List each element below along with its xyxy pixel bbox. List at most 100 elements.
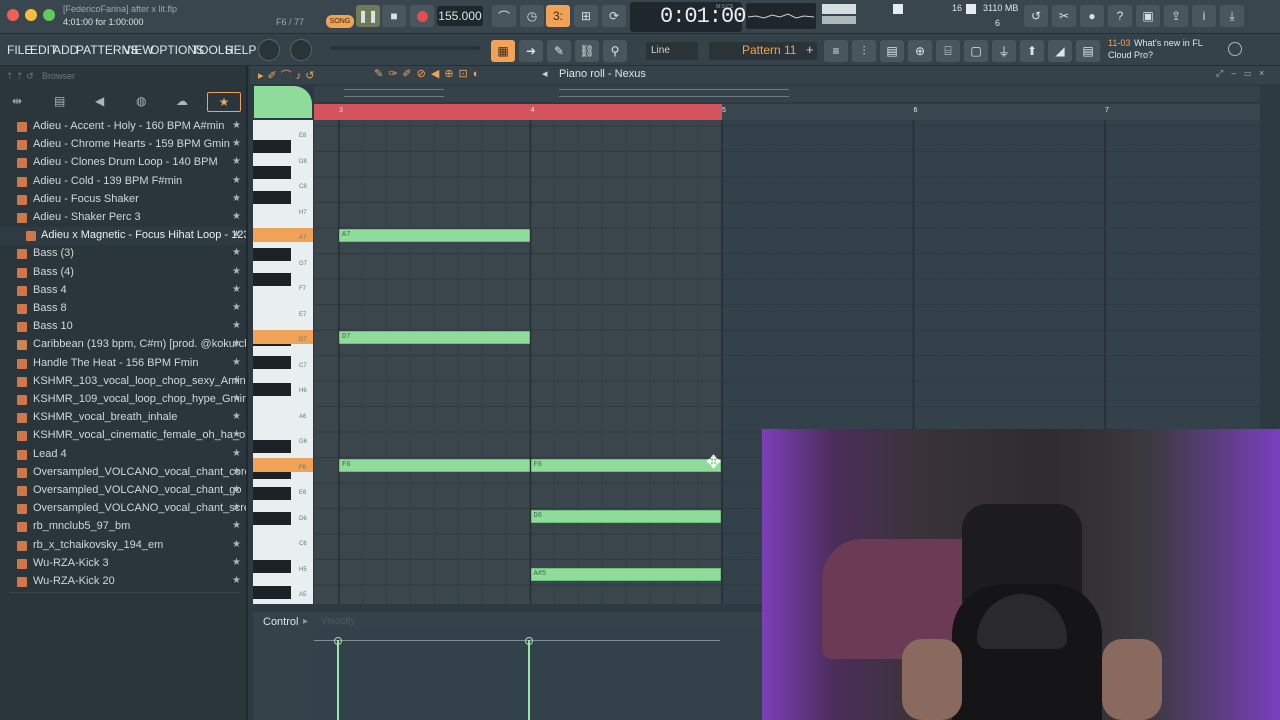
minimize-window-button[interactable] <box>25 9 37 21</box>
favorite-star-icon[interactable]: ★ <box>232 375 241 386</box>
browser-item[interactable]: Bass (3) ★ <box>0 245 246 263</box>
menu-add[interactable]: ADD <box>53 43 78 57</box>
browser-item[interactable]: KSHMR_103_vocal_loop_chop_sexy_Amin ★ <box>0 373 246 391</box>
control-arrow-icon[interactable]: ▸ <box>303 616 308 627</box>
browser-item[interactable]: Adieu x Magnetic - Focus Hihat Loop - 12… <box>0 227 246 246</box>
favorite-star-icon[interactable]: ★ <box>232 539 241 550</box>
browser-item[interactable]: Lead 4 ★ <box>0 446 246 464</box>
undo-history-icon[interactable]: ↺ <box>1024 5 1048 27</box>
browser-item[interactable]: KSHMR_vocal_cinematic_female_oh_ha_oh_yo… <box>0 427 246 445</box>
browser-item[interactable]: Bass 8 ★ <box>0 300 246 318</box>
note[interactable]: F6 <box>530 458 721 472</box>
browser-item[interactable]: KSHMR_vocal_breath_inhale ★ <box>0 409 246 427</box>
browser-cloud-icon[interactable]: ☁ <box>176 94 188 108</box>
wait-input-icon[interactable]: ◷ <box>520 5 544 27</box>
browser-all-icon[interactable]: ⇹ <box>12 94 22 108</box>
master-pitch-knob[interactable] <box>290 39 312 61</box>
browser-speaker-icon[interactable]: ◀ <box>95 94 104 108</box>
tempo-display[interactable]: 155.000 <box>437 6 483 26</box>
playlist-icon[interactable]: ≡ <box>824 40 848 62</box>
metronome-icon[interactable]: ⌒ <box>492 5 516 27</box>
piano-roll-tools-icon[interactable]: ▸✐⌒♪↺ <box>258 67 318 83</box>
velocity-handle[interactable] <box>525 637 533 645</box>
favorite-star-icon[interactable]: ★ <box>232 466 241 477</box>
maximize-window-button[interactable] <box>43 9 55 21</box>
piano-roll-icon[interactable]: ▦ <box>491 40 515 62</box>
stamp-icon[interactable]: ⚲ <box>603 40 627 62</box>
save-icon[interactable]: ▣ <box>1136 5 1160 27</box>
channel-rack-icon[interactable]: ▤ <box>880 40 904 62</box>
browser-item[interactable]: Bass 10 ★ <box>0 318 246 336</box>
browser-item[interactable]: Oversampled_VOLCANO_vocal_chant_scream ★ <box>0 500 246 518</box>
microphone-icon[interactable]: ● <box>1080 5 1104 27</box>
browser-item[interactable]: Adieu - Cold - 139 BPM F#min ★ <box>0 173 246 191</box>
link-icon[interactable]: ⛓ <box>575 40 599 62</box>
black-key[interactable] <box>253 512 291 525</box>
black-key[interactable] <box>253 166 291 179</box>
favorite-star-icon[interactable]: ★ <box>232 138 241 149</box>
favorite-star-icon[interactable]: ★ <box>232 484 241 495</box>
favorite-star-icon[interactable]: ★ <box>232 520 241 531</box>
browser-item[interactable]: Bass 4 ★ <box>0 282 246 300</box>
favorite-star-icon[interactable]: ★ <box>232 229 241 240</box>
favorite-star-icon[interactable]: ★ <box>232 120 241 131</box>
browser-item[interactable]: Caribbean (193 bpm, C#m) [prod. @kokurch… <box>0 336 246 354</box>
cut-icon[interactable]: ✂ <box>1052 5 1076 27</box>
browser-item[interactable]: Oversampled_VOLCANO_vocal_chant_go ★ <box>0 482 246 500</box>
black-key[interactable] <box>253 560 291 573</box>
speaker-icon[interactable]: ◂ <box>542 67 548 80</box>
close-window-button[interactable] <box>7 9 19 21</box>
favorite-star-icon[interactable]: ★ <box>232 557 241 568</box>
favorite-star-icon[interactable]: ★ <box>232 247 241 258</box>
browser-item[interactable]: Adieu - Shaker Perc 3 ★ <box>0 209 246 227</box>
loop-region[interactable] <box>314 104 722 120</box>
globe-icon[interactable] <box>1228 42 1242 56</box>
window-controls-icon[interactable]: ⤢–▭× <box>1216 68 1272 79</box>
audio-icon[interactable]: ◢ <box>1048 40 1072 62</box>
favorite-star-icon[interactable]: ★ <box>232 393 241 404</box>
velocity-lane[interactable] <box>314 626 763 720</box>
browser-item[interactable]: Adieu - Focus Shaker ★ <box>0 191 246 209</box>
browser-item[interactable]: Handle The Heat - 156 BPM Fmin ★ <box>0 355 246 373</box>
favorite-star-icon[interactable]: ★ <box>232 193 241 204</box>
plugin-picker-icon[interactable]: ⊕ <box>908 40 932 62</box>
black-key[interactable] <box>253 383 291 396</box>
favorite-star-icon[interactable]: ★ <box>232 320 241 331</box>
note[interactable]: A7 <box>339 229 530 242</box>
play-button[interactable]: ❚❚ <box>356 5 380 27</box>
menu-file[interactable]: FILE <box>7 43 32 57</box>
black-key[interactable] <box>253 440 291 453</box>
favorite-star-icon[interactable]: ★ <box>232 429 241 440</box>
black-key[interactable] <box>253 273 291 286</box>
mixer-icon[interactable]: ⫶ <box>852 40 876 62</box>
favorite-star-icon[interactable]: ★ <box>232 502 241 513</box>
note[interactable]: A#5 <box>530 568 721 582</box>
black-key[interactable] <box>253 356 291 369</box>
favorite-star-icon[interactable]: ★ <box>232 302 241 313</box>
browser-item[interactable]: Adieu - Accent - Holy - 160 BPM A#min ★ <box>0 118 246 136</box>
position-slider[interactable] <box>330 46 480 50</box>
menu-help[interactable]: HELP <box>225 43 256 57</box>
browser-arrows-icon[interactable]: ⇡ ⇡ ↺ <box>6 71 34 82</box>
browser-item[interactable]: Wu-RZA-Kick 20 ★ <box>0 573 246 591</box>
black-key[interactable] <box>253 586 291 599</box>
favorite-star-icon[interactable]: ★ <box>232 338 241 349</box>
velocity-bar[interactable] <box>337 640 339 720</box>
record-button[interactable] <box>410 5 434 27</box>
pattern-selector[interactable]: Pattern 11 + <box>709 42 817 60</box>
velocity-handle[interactable] <box>334 637 342 645</box>
note[interactable]: D7 <box>339 331 530 344</box>
export-icon[interactable]: ⇪ <box>1164 5 1188 27</box>
favorite-star-icon[interactable]: ★ <box>232 357 241 368</box>
help-icon[interactable]: ? <box>1108 5 1132 27</box>
browser-toggle-icon[interactable]: ⌸ <box>936 40 960 62</box>
news-title[interactable]: What's new in FL <box>1134 38 1203 48</box>
black-key[interactable] <box>253 191 291 204</box>
browser-item[interactable]: Wu-RZA-Kick 3 ★ <box>0 555 246 573</box>
toolbar-extra-icon[interactable]: ▤ <box>1076 40 1100 62</box>
browser-item[interactable]: Bass (4) ★ <box>0 264 246 282</box>
favorite-star-icon[interactable]: ★ <box>232 175 241 186</box>
plug-icon[interactable]: ⏚ <box>992 40 1016 62</box>
blend-notes-icon[interactable]: ⊞ <box>574 5 598 27</box>
piano-roll-edit-tools-icon[interactable]: ✎✑✐⊘◀⊕⊡◐ <box>374 67 484 80</box>
